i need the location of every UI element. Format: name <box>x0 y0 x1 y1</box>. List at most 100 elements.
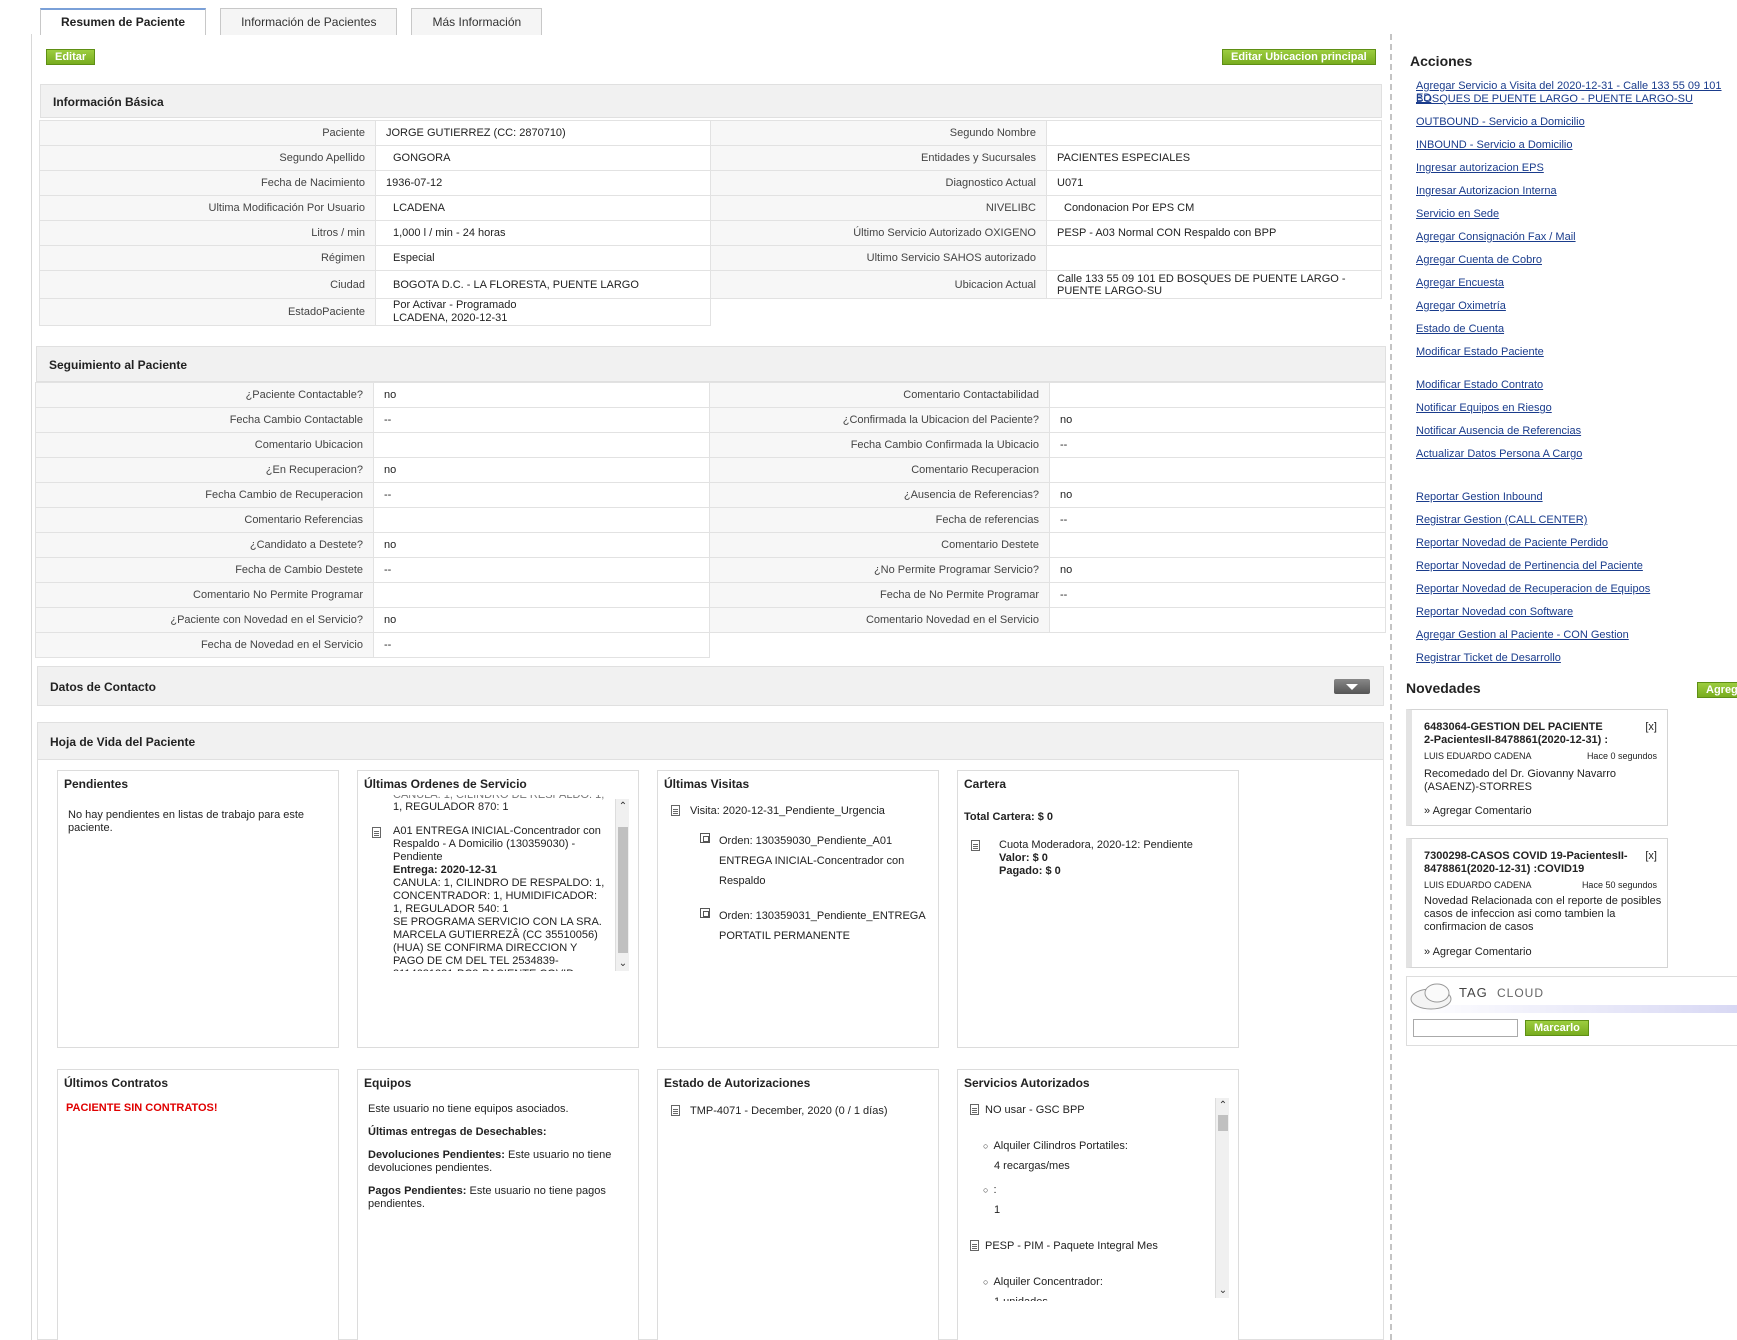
acciones-title: Acciones <box>1410 53 1473 69</box>
novedad-1-time: Hace 0 segundos <box>1586 751 1657 761</box>
action-link-registrar-gestion[interactable]: Registrar Gestion (CALL CENTER) <box>1416 514 1587 526</box>
action-link-gestion-paciente[interactable]: Agregar Gestion al Paciente - CON Gestio… <box>1416 629 1629 641</box>
ordenes-scrollbar[interactable]: ⌃ ⌄ <box>615 799 629 971</box>
novedad-2-user: LUIS EDUARDO CADENA <box>1424 880 1532 890</box>
value-ausencia-referencias: no <box>1049 482 1386 508</box>
action-link-paciente-perdido[interactable]: Reportar Novedad de Paciente Perdido <box>1416 537 1608 549</box>
value-fecha-cambio-contactable: -- <box>373 407 710 433</box>
action-link-cuenta-cobro[interactable]: Agregar Cuenta de Cobro <box>1416 254 1542 266</box>
close-icon[interactable]: [x] <box>1645 721 1657 733</box>
action-link-reportar-inbound[interactable]: Reportar Gestion Inbound <box>1416 491 1543 503</box>
action-link-notificar-equipos[interactable]: Notificar Equipos en Riesgo <box>1416 402 1552 414</box>
action-link-pertinencia[interactable]: Reportar Novedad de Pertinencia del Paci… <box>1416 560 1643 572</box>
novedad-2-comment-link[interactable]: » Agregar Comentario <box>1424 946 1532 958</box>
equipos-title: Equipos <box>364 1076 412 1090</box>
label-comentario-no-permite: Comentario No Permite Programar <box>35 582 374 608</box>
contacto-header[interactable]: Datos de Contacto <box>37 666 1384 706</box>
edit-button[interactable]: Editar <box>46 49 96 65</box>
autorizacion-item[interactable]: TMP-4071 - December, 2020 (0 / 1 días) <box>671 1105 887 1117</box>
action-link-servicio-sede[interactable]: Servicio en Sede <box>1416 208 1499 220</box>
tab-mas-informacion[interactable]: Más Información <box>411 8 543 35</box>
label-fecha-cambio-destete: Fecha de Cambio Destete <box>35 557 374 583</box>
add-novedad-button[interactable]: Agreg <box>1697 682 1737 698</box>
visita-orden-2[interactable]: Orden: 130359031_Pendiente_ENTREGA PORTA… <box>719 906 929 946</box>
novedad-1-title: 6483064-GESTION DEL PACIENTE 2-PacientesI… <box>1424 721 1609 746</box>
expand-contacto-button[interactable] <box>1334 679 1370 694</box>
value-no-permite-programar: no <box>1049 557 1386 583</box>
marcarlo-button[interactable]: Marcarlo <box>1525 1020 1589 1036</box>
equipos-card: Equipos Este usuario no tiene equipos as… <box>357 1069 639 1340</box>
action-link-recuperacion-equipos[interactable]: Reportar Novedad de Recuperacion de Equi… <box>1416 583 1650 595</box>
label-fecha-no-permite: Fecha de No Permite Programar <box>709 582 1050 608</box>
tag-input[interactable] <box>1413 1019 1518 1037</box>
action-link-autorizacion-eps[interactable]: Ingresar autorizacion EPS <box>1416 162 1544 174</box>
value-fecha-no-permite: -- <box>1049 582 1386 608</box>
visitas-card: Últimas Visitas Visita: 2020-12-31_Pendi… <box>657 770 939 1048</box>
value-fecha-cambio-recuperacion: -- <box>373 482 710 508</box>
ordenes-scroll-thumb[interactable] <box>618 827 628 953</box>
scroll-down-icon[interactable]: ⌄ <box>616 958 630 969</box>
splitter-divider[interactable] <box>1390 34 1392 1340</box>
servicios-scroll-thumb[interactable] <box>1218 1115 1228 1131</box>
scroll-up-icon[interactable]: ⌃ <box>1216 1100 1230 1111</box>
action-link-modificar-estado-paciente[interactable]: Modificar Estado Paciente <box>1416 346 1544 358</box>
label-comentario-recuperacion: Comentario Recuperacion <box>709 457 1050 483</box>
action-link-novedad-software[interactable]: Reportar Novedad con Software <box>1416 606 1573 618</box>
novedad-1-comment-link[interactable]: » Agregar Comentario <box>1424 805 1532 817</box>
label-paciente-contactable: ¿Paciente Contactable? <box>35 382 374 408</box>
autorizacion-text: TMP-4071 - December, 2020 (0 / 1 días) <box>690 1105 888 1117</box>
scroll-down-icon[interactable]: ⌄ <box>1216 1285 1230 1296</box>
cartera-card: Cartera Total Cartera: $ 0 Cuota Moderad… <box>957 770 1239 1048</box>
label-comentario-contactabilidad: Comentario Contactabilidad <box>709 382 1050 408</box>
action-link-oximetria[interactable]: Agregar Oximetría <box>1416 300 1506 312</box>
tab-resumen-paciente[interactable]: Resumen de Paciente <box>40 8 207 35</box>
contratos-title: Últimos Contratos <box>64 1076 169 1090</box>
servicio-2[interactable]: PESP - PIM - Paquete Integral Mes <box>970 1240 1158 1252</box>
action-link-outbound[interactable]: OUTBOUND - Servicio a Domicilio <box>1416 116 1585 128</box>
label-ultima-modificacion: Ultima Modificación Por Usuario <box>39 195 376 221</box>
pendientes-title: Pendientes <box>64 777 129 791</box>
tab-informacion-pacientes[interactable]: Información de Pacientes <box>220 8 398 35</box>
servicio-1[interactable]: NO usar - GSC BPP <box>970 1104 1085 1116</box>
action-link-encuesta[interactable]: Agregar Encuesta <box>1416 277 1504 289</box>
novedad-card-2: 7300298-CASOS COVID 19-PacientesII- 84788… <box>1406 838 1668 968</box>
visita-orden-1[interactable]: Orden: 130359030_Pendiente_A01 ENTREGA I… <box>719 831 929 891</box>
label-ultimo-servicio-sahos: Ultimo Servicio SAHOS autorizado <box>710 245 1047 271</box>
document-icon <box>970 1104 979 1115</box>
action-link-autorizacion-interna[interactable]: Ingresar Autorizacion Interna <box>1416 185 1557 197</box>
value-comentario-destete <box>1049 532 1386 558</box>
value-novedad-servicio: no <box>373 607 710 633</box>
ordenes-cut-text: 1, REGULADOR 870: 1 <box>393 801 509 813</box>
equipos-pagos: Pagos Pendientes: Este usuario no tiene … <box>368 1185 630 1211</box>
action-link-agregar-servicio-cont[interactable]: BOSQUES DE PUENTE LARGO - PUENTE LARGO-S… <box>1416 93 1693 105</box>
value-fecha-cambio-confirmada: -- <box>1049 432 1386 458</box>
action-link-actualizar-datos[interactable]: Actualizar Datos Persona A Cargo <box>1416 448 1582 460</box>
action-link-inbound[interactable]: INBOUND - Servicio a Domicilio <box>1416 139 1572 151</box>
novedad-2-body: Novedad Relacionada con el reporte de po… <box>1424 895 1662 933</box>
action-link-estado-cuenta[interactable]: Estado de Cuenta <box>1416 323 1504 335</box>
pendientes-text: No hay pendientes en listas de trabajo p… <box>68 809 305 834</box>
action-link-consignacion[interactable]: Agregar Consignación Fax / Mail <box>1416 231 1576 243</box>
value-comentario-recuperacion <box>1049 457 1386 483</box>
edit-location-button[interactable]: Editar Ubicacion principal <box>1222 49 1376 65</box>
order-box-icon <box>700 833 710 843</box>
orden-item[interactable]: A01 ENTREGA INICIAL-Concentrador con Res… <box>393 825 608 971</box>
novedad-card-1: 6483064-GESTION DEL PACIENTE 2-PacientesI… <box>1406 709 1668 826</box>
document-icon <box>372 827 381 838</box>
action-link-ticket-desarrollo[interactable]: Registrar Ticket de Desarrollo <box>1416 652 1561 664</box>
label-fecha-referencias: Fecha de referencias <box>709 507 1050 533</box>
scroll-up-icon[interactable]: ⌃ <box>616 801 630 812</box>
value-estado-paciente: Por Activar - Programado LCADENA, 2020-1… <box>375 298 711 326</box>
value-paciente: JORGE GUTIERREZ (CC: 2870710) <box>375 120 711 146</box>
visita-item[interactable]: Visita: 2020-12-31_Pendiente_Urgencia <box>671 805 885 817</box>
close-icon[interactable]: [x] <box>1645 850 1657 862</box>
cartera-item[interactable]: Cuota Moderadora, 2020-12: Pendiente Val… <box>999 839 1193 878</box>
action-link-notificar-ausencia[interactable]: Notificar Ausencia de Referencias <box>1416 425 1581 437</box>
servicio-2a-value: 1 unidades <box>983 1292 1103 1301</box>
label-segundo-apellido: Segundo Apellido <box>39 145 376 171</box>
label-candidato-destete: ¿Candidato a Destete? <box>35 532 374 558</box>
basic-info-header: Información Básica <box>40 84 1382 118</box>
servicios-scrollbar[interactable]: ⌃ ⌄ <box>1215 1098 1229 1298</box>
action-link-modificar-estado-contrato[interactable]: Modificar Estado Contrato <box>1416 379 1543 391</box>
cartera-total: Total Cartera: $ 0 <box>964 811 1054 823</box>
